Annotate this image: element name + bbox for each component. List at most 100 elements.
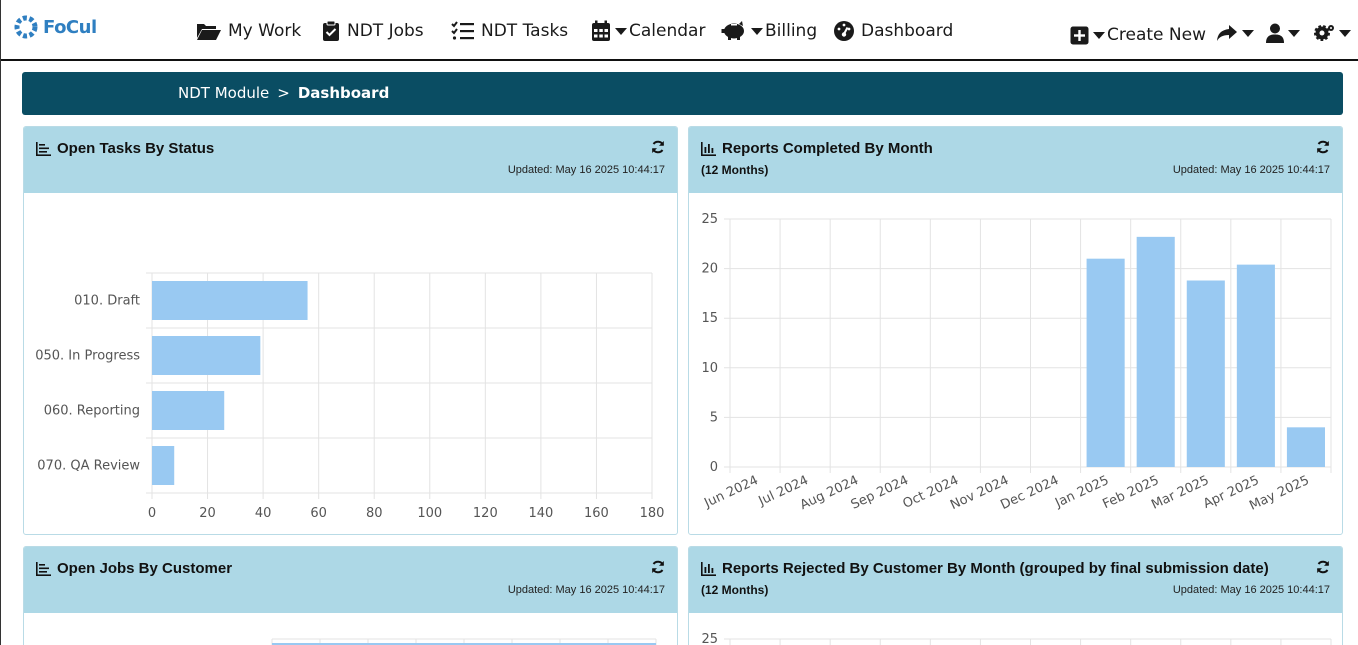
x-tick-label: Jan 2025: [1052, 473, 1111, 511]
nav-billing-label: Billing: [765, 21, 818, 41]
panel-open-jobs-by-customer: Open Jobs By Customer Updated: May 16 20…: [23, 546, 678, 645]
chart-bar: [1236, 264, 1275, 467]
reports-completed-chart: 0510152025Jun 2024Jul 2024Aug 2024Sep 20…: [701, 212, 1332, 514]
gears-icon: [1314, 25, 1334, 41]
nav-dashboard[interactable]: Dashboard: [833, 18, 953, 44]
panel-title-text: Open Tasks By Status: [57, 140, 215, 157]
panel-header: Open Tasks By Status Updated: May 16 202…: [24, 127, 677, 193]
plus-square-icon: [1070, 26, 1089, 44]
category-label: 050. In Progress: [35, 349, 140, 364]
updated-timestamp: Updated: May 16 2025 10:44:17: [1172, 164, 1330, 176]
create-new-caret-icon: [1093, 31, 1105, 39]
panel-header: Reports Completed By Month (12 Months) U…: [689, 127, 1342, 193]
nav-settings-menu[interactable]: [1313, 20, 1353, 46]
panel-title-text: Reports Rejected By Customer By Month (g…: [722, 560, 1269, 577]
x-tick-label: Jun 2024: [701, 473, 760, 511]
nav-billing[interactable]: Billing: [721, 18, 817, 44]
calendar-icon: [592, 20, 610, 41]
panel-title: Reports Completed By Month: [701, 140, 933, 157]
top-navbar: FoCul My Work NDT Jobs NDT Tasks Calenda…: [1, 0, 1358, 61]
y-tick-label: 20: [701, 262, 718, 277]
panel-header: Open Jobs By Customer Updated: May 16 20…: [24, 547, 677, 613]
nav-create-new[interactable]: Create New: [1070, 22, 1206, 48]
refresh-icon[interactable]: [1316, 140, 1330, 154]
x-tick-label: 160: [584, 506, 609, 521]
y-tick-label: 15: [701, 311, 718, 326]
x-tick-label: Sep 2024: [849, 473, 911, 513]
category-label: 060. Reporting: [44, 404, 140, 419]
breadcrumb-bar: NDT Module > Dashboard: [22, 72, 1343, 115]
nav-create-new-label: Create New: [1107, 25, 1206, 45]
panel-title: Reports Rejected By Customer By Month (g…: [701, 560, 1269, 577]
chart-bar: [152, 281, 308, 320]
app-window: FoCul My Work NDT Jobs NDT Tasks Calenda…: [0, 0, 1358, 645]
reports-rejected-chart: 25: [701, 632, 1332, 645]
x-tick-label: 140: [528, 506, 553, 521]
refresh-icon[interactable]: [651, 560, 665, 574]
bar-chart-horizontal-icon: [36, 141, 51, 156]
breadcrumb: NDT Module > Dashboard: [178, 84, 389, 102]
piggy-bank-icon: [721, 21, 744, 40]
open-jobs-chart: [271, 638, 657, 645]
share-caret-icon: [1242, 29, 1254, 37]
chart-bar: [1186, 280, 1225, 467]
x-tick-label: 100: [417, 506, 442, 521]
x-tick-label: 120: [473, 506, 498, 521]
x-tick-label: 20: [199, 506, 216, 521]
y-tick-label: 5: [710, 410, 718, 425]
panel-subtitle: (12 Months): [701, 583, 769, 597]
nav-share-menu[interactable]: [1216, 20, 1256, 46]
gauge-icon: [834, 21, 854, 41]
nav-ndt-tasks[interactable]: NDT Tasks: [451, 18, 568, 44]
settings-caret-icon: [1339, 29, 1351, 37]
panel-title-text: Open Jobs By Customer: [57, 560, 233, 577]
folder-open-icon: [197, 24, 221, 40]
user-icon: [1266, 23, 1284, 43]
panel-header: Reports Rejected By Customer By Month (g…: [689, 547, 1342, 613]
breadcrumb-root[interactable]: NDT Module: [178, 84, 269, 102]
chart-bar: [1286, 427, 1325, 467]
share-arrow-icon: [1217, 25, 1237, 41]
nav-dashboard-label: Dashboard: [861, 21, 954, 41]
panel-title-text: Reports Completed By Month: [722, 140, 933, 157]
nav-calendar-label: Calendar: [629, 21, 706, 41]
bar-chart-horizontal-icon: [36, 561, 51, 576]
panel-reports-completed-by-month: Reports Completed By Month (12 Months) U…: [688, 126, 1343, 535]
x-tick-label: Dec 2024: [998, 473, 1061, 513]
breadcrumb-separator: >: [277, 84, 290, 102]
chart-bar: [1136, 236, 1175, 467]
focul-logo[interactable]: FoCul: [11, 12, 97, 42]
x-tick-label: 180: [640, 506, 665, 521]
refresh-icon[interactable]: [1316, 560, 1330, 574]
chart-bar: [152, 336, 261, 375]
task-list-icon: [451, 21, 474, 40]
category-label: 070. QA Review: [37, 459, 140, 474]
clipboard-check-icon: [323, 20, 339, 41]
breadcrumb-current: Dashboard: [297, 84, 390, 102]
logo-text: FoCul: [43, 16, 97, 38]
panel-title: Open Jobs By Customer: [36, 560, 232, 577]
nav-ndt-tasks-label: NDT Tasks: [481, 21, 569, 41]
y-tick-label: 25: [701, 212, 718, 227]
updated-timestamp: Updated: May 16 2025 10:44:17: [1172, 584, 1330, 596]
x-tick-label: Mar 2025: [1149, 473, 1211, 513]
chart-bar: [152, 446, 175, 485]
nav-ndt-jobs[interactable]: NDT Jobs: [321, 18, 424, 44]
refresh-icon[interactable]: [651, 140, 665, 154]
chart-bar: [1086, 258, 1125, 467]
updated-timestamp: Updated: May 16 2025 10:44:17: [507, 164, 665, 176]
y-tick-label: 0: [710, 460, 718, 475]
nav-user-menu[interactable]: [1266, 20, 1302, 46]
user-caret-icon: [1288, 29, 1300, 37]
updated-timestamp: Updated: May 16 2025 10:44:17: [507, 584, 665, 596]
x-tick-label: 40: [255, 506, 272, 521]
category-label: 010. Draft: [74, 294, 140, 309]
panel-subtitle: (12 Months): [701, 163, 769, 177]
nav-ndt-jobs-label: NDT Jobs: [347, 21, 424, 41]
y-tick-label: 25: [701, 632, 718, 645]
x-tick-label: 60: [310, 506, 327, 521]
panel-title: Open Tasks By Status: [36, 140, 214, 157]
nav-calendar[interactable]: Calendar: [591, 18, 705, 44]
bar-chart-icon: [701, 561, 716, 576]
nav-my-work[interactable]: My Work: [196, 18, 301, 44]
